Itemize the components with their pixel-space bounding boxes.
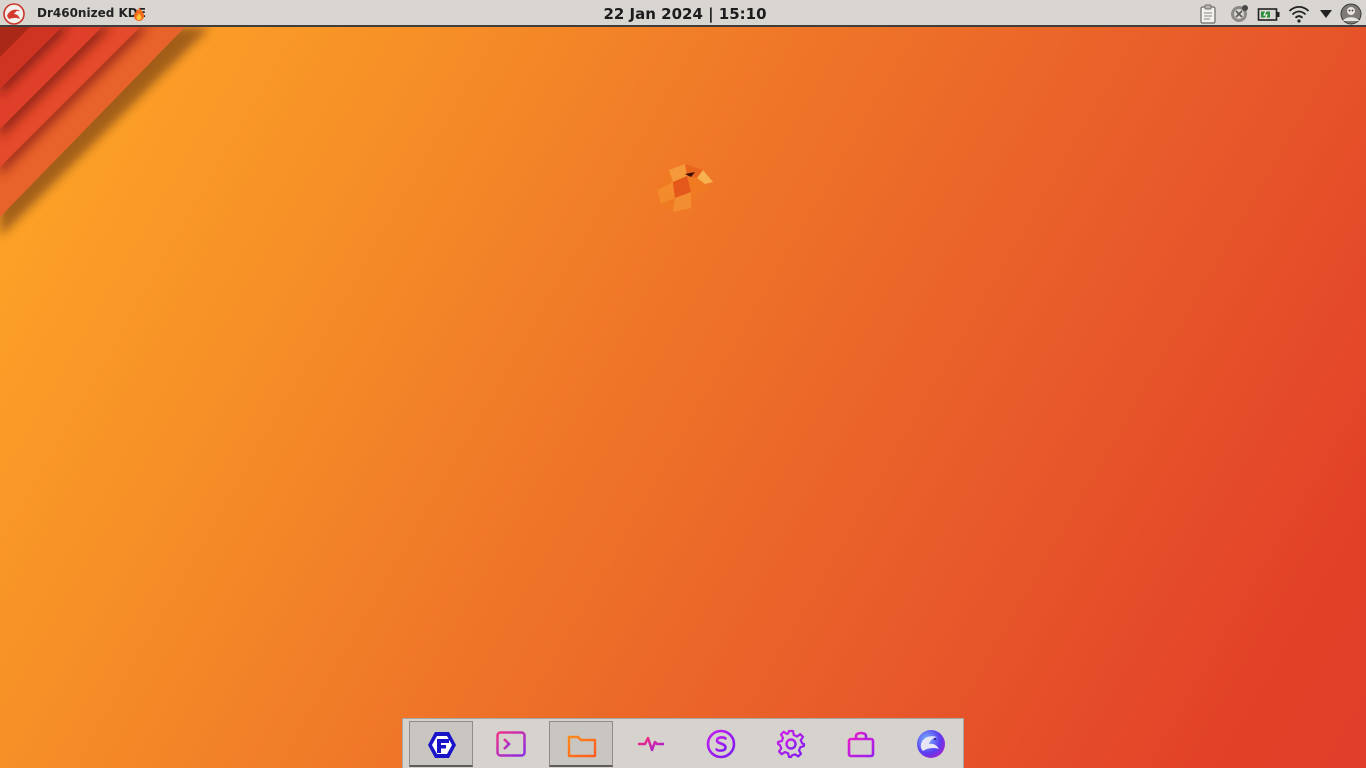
terminal-icon	[496, 731, 526, 757]
panel-title[interactable]: Dr460nized KDE	[37, 0, 146, 27]
folder-icon	[567, 735, 597, 758]
dragon-logo-icon[interactable]	[3, 3, 25, 25]
desktop[interactable]	[0, 0, 1366, 768]
user-avatar-icon[interactable]	[1340, 3, 1362, 25]
dock-item-software-store[interactable]	[829, 721, 893, 767]
garuda-falcon-icon	[657, 164, 713, 212]
updates-icon[interactable]	[1228, 4, 1250, 24]
top-panel: Dr460nized KDE 22 Jan 2024 | 15:10	[0, 0, 1366, 27]
wifi-icon[interactable]	[1288, 4, 1310, 24]
garuda-welcome-icon	[428, 732, 456, 758]
store-bag-icon	[847, 731, 875, 758]
dock-item-settings[interactable]	[759, 721, 823, 767]
battery-icon[interactable]	[1257, 4, 1281, 24]
snapper-icon	[706, 729, 736, 759]
clock[interactable]: 22 Jan 2024 | 15:10	[560, 0, 810, 27]
flame-icon	[134, 7, 144, 21]
dock-item-system-monitor[interactable]	[619, 721, 683, 767]
tray-expand-arrow-icon[interactable]	[1318, 4, 1334, 24]
dock-item-snapshots[interactable]	[689, 721, 753, 767]
dock-item-terminal[interactable]	[479, 721, 543, 767]
dock-item-garuda-welcome[interactable]	[409, 721, 473, 767]
dock-item-files[interactable]	[549, 721, 613, 767]
settings-gear-icon	[776, 729, 806, 759]
wallpaper-corner-stripes	[0, 27, 210, 237]
browser-icon	[917, 730, 945, 758]
dock-item-web-browser[interactable]	[899, 721, 963, 767]
dock-taskbar	[402, 718, 964, 768]
system-monitor-icon	[638, 731, 664, 757]
clipboard-icon[interactable]	[1199, 4, 1217, 24]
